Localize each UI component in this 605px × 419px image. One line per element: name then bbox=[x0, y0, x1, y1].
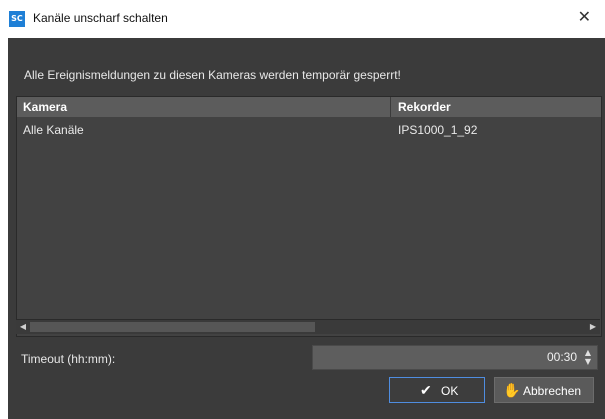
camera-table[interactable]: Kamera Rekorder Alle Kanäle IPS1000_1_92 bbox=[16, 96, 602, 337]
scroll-right-icon[interactable]: ▶ bbox=[588, 322, 598, 332]
column-divider[interactable] bbox=[390, 97, 391, 117]
table-header: Kamera Rekorder bbox=[17, 97, 601, 117]
hand-stop-icon: ✋ bbox=[503, 382, 521, 398]
timeout-spinbox[interactable]: 00:30 ▲ ▼ bbox=[312, 345, 598, 370]
cancel-label: Abbrechen bbox=[523, 384, 582, 398]
scroll-left-icon[interactable]: ◀ bbox=[18, 322, 28, 332]
info-message: Alle Ereignismeldungen zu diesen Kameras… bbox=[24, 68, 401, 82]
cancel-button[interactable]: ✋ Abbrechen bbox=[494, 377, 594, 403]
ok-button[interactable]: ✔ OK bbox=[389, 377, 485, 403]
scrollbar-thumb[interactable] bbox=[30, 322, 315, 332]
close-icon[interactable]: ✕ bbox=[578, 7, 591, 26]
timeout-label: Timeout (hh:mm): bbox=[21, 352, 116, 366]
window-title: Kanäle unscharf schalten bbox=[33, 11, 168, 25]
spin-arrows-icon[interactable]: ▲ ▼ bbox=[582, 348, 594, 367]
column-header-kamera[interactable]: Kamera bbox=[23, 100, 67, 114]
checkmark-icon: ✔ bbox=[420, 382, 432, 398]
ok-label: OK bbox=[441, 384, 459, 398]
cell-rekorder: IPS1000_1_92 bbox=[398, 123, 478, 137]
app-icon: SC bbox=[9, 11, 25, 27]
cell-kamera: Alle Kanäle bbox=[23, 123, 84, 137]
dialog-titlebar: SC Kanäle unscharf schalten ✕ bbox=[0, 0, 605, 38]
timeout-value[interactable]: 00:30 bbox=[547, 350, 577, 364]
table-row[interactable]: Alle Kanäle IPS1000_1_92 bbox=[17, 117, 601, 139]
dialog-content: Alle Ereignismeldungen zu diesen Kameras… bbox=[8, 38, 605, 419]
horizontal-scrollbar[interactable]: ◀ ▶ bbox=[16, 319, 600, 334]
column-header-rekorder[interactable]: Rekorder bbox=[398, 100, 451, 114]
